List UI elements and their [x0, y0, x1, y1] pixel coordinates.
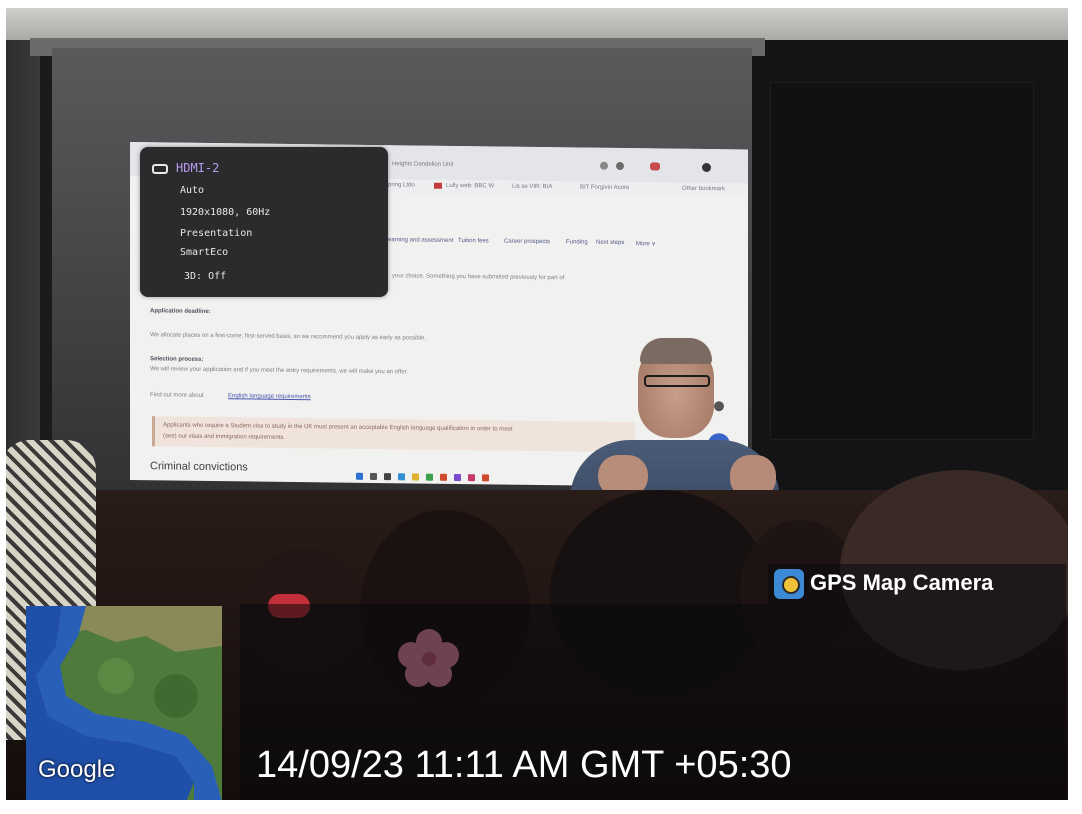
app-icon [440, 473, 447, 481]
gps-map-camera-icon [774, 569, 804, 599]
photo-border [0, 0, 6, 814]
bookmark-item: Other bookmark [682, 185, 726, 193]
speaker-hair [640, 338, 712, 364]
youtube-icon [434, 182, 442, 189]
application-deadline-heading: Application deadline: [150, 308, 211, 315]
hdmi-icon [152, 164, 168, 174]
map-thumbnail: Google [26, 606, 222, 802]
hdmi-source-osd: HDMI-2 Auto 1920x1080, 60Hz Presentation… [140, 147, 388, 297]
scroll-top-icon [714, 401, 724, 412]
app-icon [454, 473, 461, 482]
windows-taskbar [340, 471, 540, 485]
google-map-label: Google [38, 756, 116, 783]
gps-brand-label: GPS Map Camera [810, 570, 994, 595]
photo-scene: Heights Dandelion Unit Spring Ltdo Lully… [0, 0, 1082, 814]
find-out-text: Find out more about [150, 392, 204, 399]
intro-text: your choice. Something you have submitte… [392, 273, 565, 282]
osd-line-mode: Presentation [180, 228, 253, 239]
tab-text: Heights Dandelion Unit [392, 161, 454, 168]
visa-notice-box: Applicants who require a Student visa to… [152, 416, 635, 453]
nav-item-career-prospects: Career prospects [504, 238, 551, 246]
task-view-icon [384, 473, 391, 481]
chrome-icon [426, 473, 433, 481]
osd-line-resolution: 1920x1080, 60Hz [180, 207, 271, 218]
extension-icon [600, 161, 608, 170]
osd-source-label: HDMI-2 [176, 161, 220, 175]
osd-line-eco: SmartEco [180, 247, 229, 258]
location-pin-icon [782, 576, 800, 594]
visa-notice-text-2: (see) our visas and immigration requirem… [163, 433, 286, 441]
bookmark-item: Spring Ltdo [384, 182, 415, 189]
bookmark-item: Lully web: BBC W [446, 182, 495, 190]
photo-border [0, 800, 1082, 814]
photo-border [1068, 0, 1082, 814]
app-icon [482, 474, 489, 482]
capture-timestamp: 14/09/23 11:11 AM GMT +05:30 [256, 744, 792, 786]
edge-icon [398, 473, 405, 481]
bookmark-item: Lis se VIR: BIA [512, 183, 553, 191]
extension-icon [616, 161, 624, 171]
dark-wall-panel [770, 82, 1034, 440]
folder-icon [412, 473, 419, 481]
nav-item-funding: Funding [566, 239, 588, 246]
start-icon [356, 472, 363, 480]
selection-process-text: We will review your application and if y… [150, 366, 408, 376]
osd-line-auto: Auto [180, 185, 205, 196]
nav-item-next-steps: Next steps [596, 239, 625, 247]
criminal-convictions-heading: Criminal convictions [150, 460, 248, 474]
selection-process-heading: Selection process: [150, 356, 204, 363]
bookmark-item: BIT Forgiviri Acore [580, 184, 630, 192]
visa-notice-text: Applicants who require a Student visa to… [163, 422, 513, 433]
osd-line-3d: 3D: Off [184, 271, 227, 282]
application-deadline-text: We allocate places on a first-come, firs… [150, 332, 427, 342]
nav-item-learning: earning and assessment [388, 237, 454, 244]
app-icon [468, 474, 475, 482]
nav-item-more: More ∨ [636, 241, 656, 248]
nav-item-tuition-fees: Tuition fees [458, 238, 489, 245]
search-icon [370, 472, 377, 481]
profile-avatar-icon [702, 162, 711, 173]
photo-border [0, 0, 1082, 8]
speaker-glasses [644, 375, 710, 387]
gps-brand-row: GPS Map Camera [768, 564, 1066, 604]
extension-icon [650, 162, 660, 171]
english-requirements-link: English language requirements [228, 393, 311, 401]
